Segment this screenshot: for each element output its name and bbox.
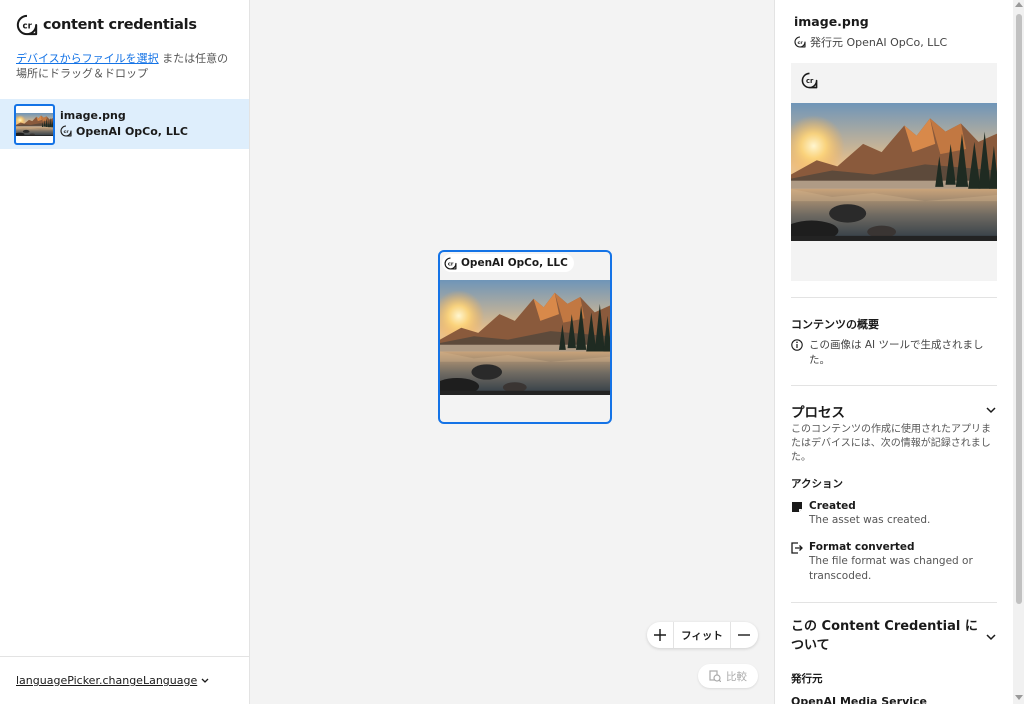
action-text: Created The asset was created.	[809, 500, 930, 528]
summary-text: この画像は AI ツールで生成されました。	[809, 339, 984, 366]
actions-heading: アクション	[791, 478, 843, 490]
action-text: Format converted The file format was cha…	[809, 541, 997, 584]
zoom-controls: フィット	[647, 622, 758, 648]
cr-logo-icon	[16, 14, 38, 36]
compare-button[interactable]: 比較	[698, 664, 758, 688]
chevron-down-icon	[201, 678, 209, 683]
file-list-item[interactable]: image.png OpenAI OpCo, LLC	[0, 99, 249, 149]
issuer-heading: 発行元	[791, 673, 823, 685]
process-heading[interactable]: プロセス	[791, 401, 845, 421]
file-issuer-label: OpenAI OpCo, LLC	[76, 124, 188, 138]
scrollbar-thumb[interactable]	[1016, 14, 1022, 604]
about-credential-heading[interactable]: この Content Credential について	[791, 617, 981, 655]
preview-box	[791, 63, 997, 281]
sidebar-footer: languagePicker.changeLanguage	[0, 656, 249, 704]
fit-button[interactable]: フィット	[673, 622, 731, 648]
cr-icon	[794, 36, 806, 48]
file-issuer: OpenAI OpCo, LLC	[60, 125, 188, 138]
chevron-down-icon[interactable]	[986, 632, 996, 642]
app-logo[interactable]: content credentials	[16, 14, 197, 36]
format-converted-icon	[791, 542, 803, 554]
preview-image	[791, 103, 997, 241]
scroll-down-arrow[interactable]	[1015, 695, 1023, 700]
upload-instructions: デバイスからファイルを選択 または任意の場所にドラッグ＆ドロップ	[16, 51, 236, 81]
select-file-link[interactable]: デバイスからファイルを選択	[16, 52, 159, 65]
file-name: image.png	[60, 108, 126, 122]
thumbnail-image	[16, 113, 53, 136]
summary-heading: コンテンツの概要	[791, 318, 879, 331]
summary-body: この画像は AI ツールで生成されました。	[791, 338, 997, 368]
asset-image	[440, 280, 610, 395]
cr-icon	[444, 257, 457, 270]
info-icon	[791, 339, 803, 351]
zoom-in-button[interactable]	[647, 622, 673, 648]
plus-icon	[654, 629, 666, 641]
card-issuer-pill: OpenAI OpCo, LLC	[442, 254, 574, 272]
divider	[791, 602, 997, 603]
scroll-up-arrow[interactable]	[1015, 2, 1023, 7]
sidebar: content credentials デバイスからファイルを選択 または任意の…	[0, 0, 250, 704]
action-description: The asset was created.	[809, 514, 931, 526]
logo-text: content credentials	[43, 17, 197, 33]
compare-icon	[709, 670, 721, 682]
canvas: OpenAI OpCo, LLC フィット 比較	[250, 0, 774, 704]
action-item: Created The asset was created.	[791, 500, 997, 528]
action-item: Format converted The file format was cha…	[791, 541, 997, 584]
cr-icon	[60, 125, 72, 137]
zoom-out-button[interactable]	[731, 622, 757, 648]
chevron-down-icon[interactable]	[986, 405, 996, 415]
action-title: Created	[809, 500, 856, 512]
language-picker-button[interactable]: languagePicker.changeLanguage	[16, 674, 209, 687]
created-icon	[792, 502, 802, 512]
panel-title: image.png	[794, 14, 869, 29]
file-thumbnail	[14, 103, 55, 145]
asset-card[interactable]: OpenAI OpCo, LLC	[438, 250, 612, 424]
compare-label: 比較	[726, 670, 747, 683]
file-meta: image.png OpenAI OpCo, LLC	[60, 108, 188, 138]
issuer-value: OpenAI Media Service	[791, 695, 927, 704]
panel-issuer: 発行元 OpenAI OpCo, LLC	[794, 34, 947, 50]
divider	[791, 297, 997, 298]
process-description: このコンテンツの作成に使用されたアプリまたはデバイスには、次の情報が記録されまし…	[791, 424, 991, 463]
divider	[791, 385, 997, 386]
panel-issuer-label: 発行元 OpenAI OpCo, LLC	[810, 36, 948, 49]
action-description: The file format was changed or transcode…	[809, 555, 973, 582]
cr-icon[interactable]	[801, 72, 818, 89]
card-issuer-label: OpenAI OpCo, LLC	[461, 257, 568, 269]
minus-icon	[738, 634, 750, 636]
details-panel: image.png 発行元 OpenAI OpCo, LLC コンテンツの概要 …	[774, 0, 1024, 704]
language-picker-label: languagePicker.changeLanguage	[16, 674, 198, 687]
action-title: Format converted	[809, 541, 915, 553]
